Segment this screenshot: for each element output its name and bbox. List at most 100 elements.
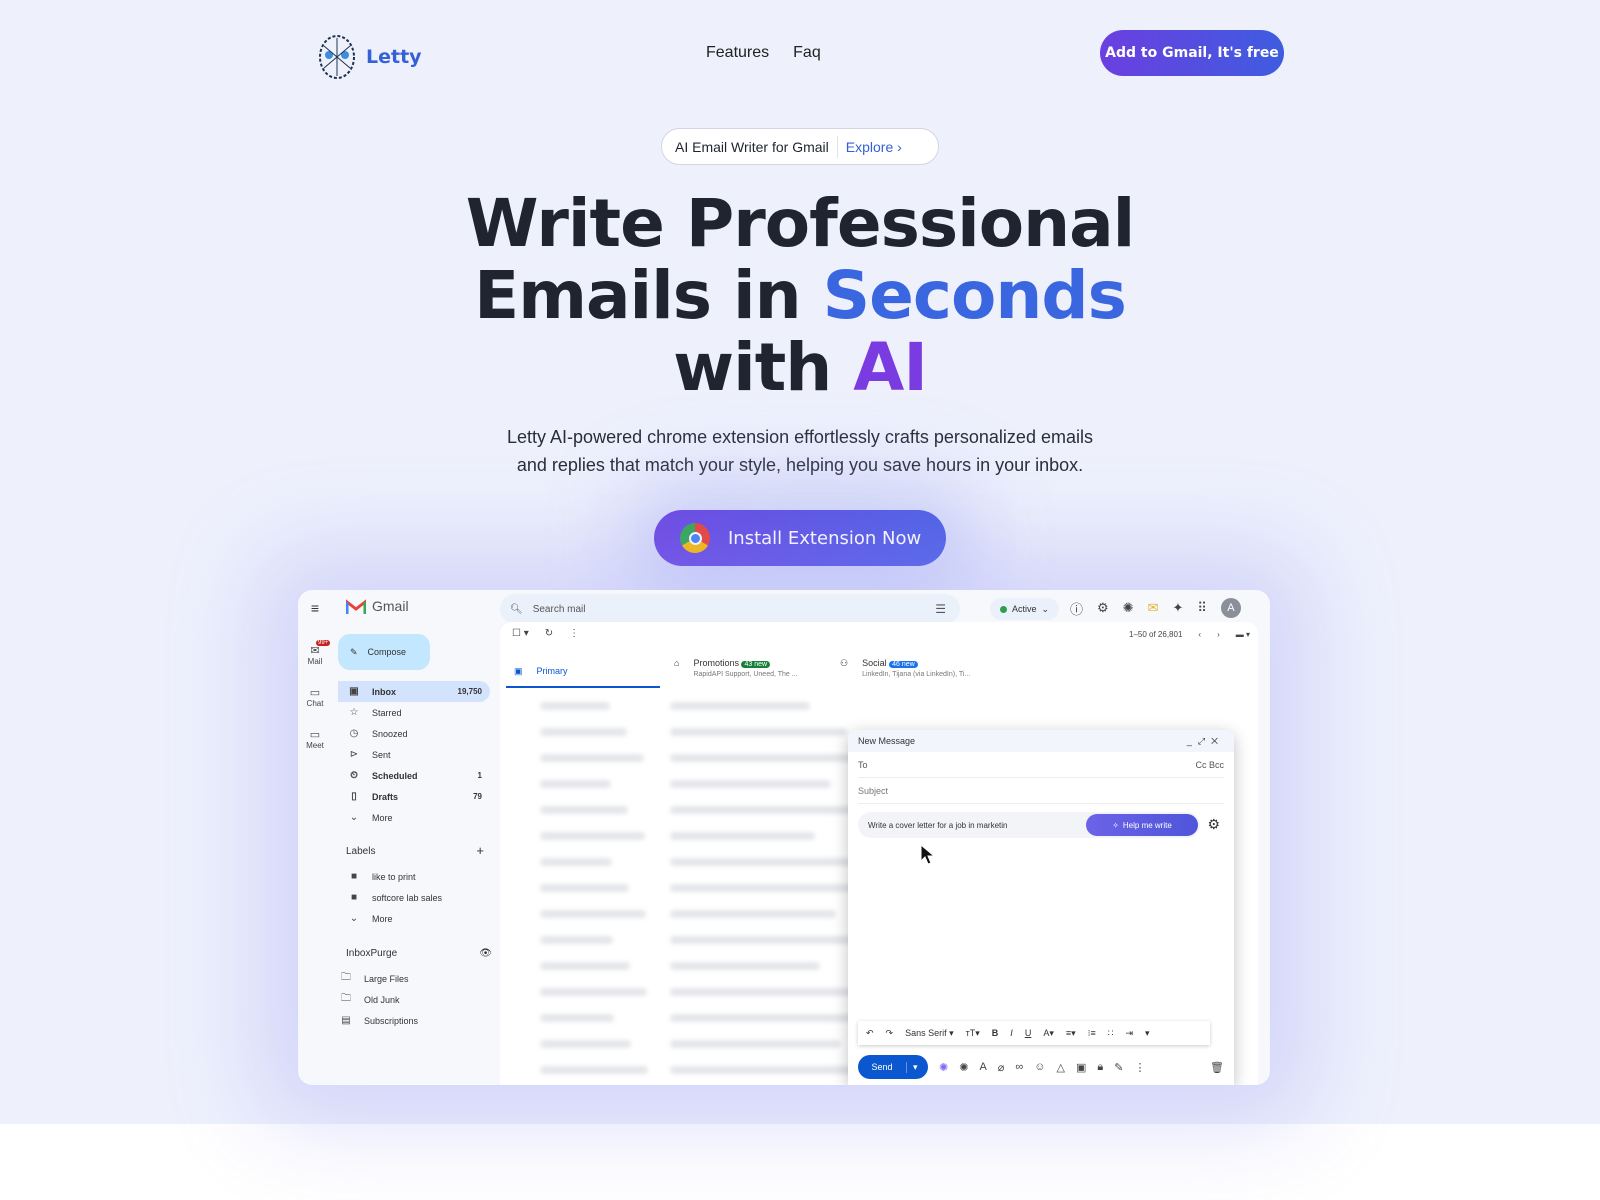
more-formatting-icon[interactable]: ▾ — [1145, 1028, 1150, 1039]
next-page-icon[interactable]: › — [1217, 630, 1220, 639]
chevron-down-icon: ⌄ — [349, 812, 359, 823]
letty-icon[interactable]: ✺ — [959, 1061, 968, 1074]
tab-promotions[interactable]: ⌂ Promotions 43 new RapidAPI Support, Unee… — [674, 658, 798, 678]
rail-meet[interactable]: ▭ Meet — [298, 728, 332, 750]
status-dropdown[interactable]: Active ⌄ — [990, 598, 1060, 620]
underline-icon[interactable]: U — [1025, 1028, 1032, 1038]
image-icon[interactable]: ▣ — [1076, 1061, 1086, 1074]
folder-scheduled[interactable]: ⏲ Scheduled 1 — [338, 765, 490, 786]
text-size-icon[interactable]: тT▾ — [966, 1028, 980, 1039]
mail-extension-icon[interactable]: ✉ — [1148, 600, 1159, 616]
send-button[interactable]: Send ▾ — [858, 1055, 928, 1079]
bold-icon[interactable]: B — [992, 1028, 999, 1038]
folder-drafts[interactable]: ▯ Drafts 79 — [338, 786, 490, 807]
help-me-write-button[interactable]: ✧ Help me write — [1086, 814, 1198, 836]
redo-icon[interactable]: ↷ — [886, 1028, 894, 1039]
gemini-icon[interactable]: ✦ — [1172, 600, 1183, 616]
search-icon: 🔍︎ — [510, 603, 523, 615]
align-icon[interactable]: ≡▾ — [1066, 1028, 1076, 1039]
logo[interactable]: Letty — [316, 34, 422, 80]
pill-text: AI Email Writer for Gmail — [675, 138, 829, 155]
signature-icon[interactable]: ✎ — [1114, 1061, 1123, 1074]
drive-icon[interactable]: △ — [1056, 1061, 1064, 1074]
apps-grid-icon[interactable]: ⠿ — [1197, 600, 1207, 616]
purge-subscriptions[interactable]: ▤ Subscriptions — [330, 1010, 482, 1031]
sparkle-icon: ✧ — [1112, 820, 1119, 830]
label-item[interactable]: ■ softcore lab sales — [338, 887, 490, 908]
confidential-icon[interactable]: 🔒︎ — [1097, 1061, 1103, 1074]
label-item[interactable]: ■ like to print — [338, 866, 490, 887]
link-icon[interactable]: ∞ — [1015, 1061, 1023, 1073]
avatar[interactable]: A — [1220, 598, 1241, 618]
chevron-down-icon: ⌄ — [349, 913, 359, 924]
scheduled-icon: ⏲ — [350, 770, 358, 781]
label-icon: ■ — [350, 892, 358, 903]
new-message-window: New Message _⤢✕ To Cc Bcc Subject Write a … — [848, 730, 1234, 1085]
filter-options-icon[interactable]: ☰ — [935, 602, 946, 616]
folder-starred[interactable]: ☆ Starred — [338, 702, 490, 723]
explore-link[interactable]: Explore — [846, 139, 893, 155]
folder-icon: 🗀︎ — [341, 972, 351, 983]
chevron-right-icon: › — [893, 138, 902, 155]
undo-icon[interactable]: ↶ — [866, 1028, 874, 1039]
refresh-icon[interactable]: ↻ — [545, 628, 553, 639]
letty-extension-icon[interactable]: ✺ — [1123, 600, 1134, 616]
tab-social[interactable]: ⚇ Social 46 new LinkedIn, Tijana (via Link… — [840, 658, 970, 678]
chat-icon: ▭ — [309, 687, 321, 699]
settings-icon[interactable]: ⚙ — [1207, 816, 1220, 833]
more-options-icon[interactable]: ⋮ — [1134, 1061, 1145, 1074]
bulleted-list-icon[interactable]: ∷ — [1108, 1028, 1114, 1039]
install-extension-button[interactable]: Install Extension Now — [654, 510, 946, 566]
announcement-pill[interactable]: AI Email Writer for Gmail Explore › — [661, 128, 939, 165]
folder-sent[interactable]: ⊳ Sent — [338, 744, 490, 765]
add-to-gmail-button[interactable]: Add to Gmail, It's free — [1100, 30, 1284, 76]
add-label-icon[interactable]: + — [476, 844, 484, 857]
numbered-list-icon[interactable]: ⁝≡ — [1088, 1028, 1096, 1039]
ai-sparkle-icon[interactable]: ✺ — [939, 1061, 948, 1074]
rail-mail[interactable]: ✉ 99+ Mail — [298, 640, 332, 666]
help-icon[interactable]: ⓘ — [1070, 599, 1083, 618]
discard-draft-icon[interactable]: 🗑︎ — [1210, 1061, 1224, 1074]
labels-more[interactable]: ⌄ More — [338, 908, 490, 929]
ai-prompt-input[interactable]: Write a cover letter for a job in market… — [858, 812, 1220, 838]
rail-chat[interactable]: ▭ Chat — [298, 686, 332, 708]
compose-button[interactable]: ✎ Compose — [338, 634, 430, 670]
chrome-icon — [680, 523, 710, 553]
inboxpurge-header: InboxPurge 👁︎ — [346, 948, 492, 959]
purge-large-files[interactable]: 🗀︎ Large Files — [330, 968, 482, 989]
folder-inbox[interactable]: ▣ Inbox 19,750 — [338, 681, 490, 702]
more-vert-icon[interactable]: ⋮ — [569, 628, 579, 639]
formatting-options-icon[interactable]: A — [979, 1061, 986, 1073]
formatting-toolbar: ↶ ↷ Sans Serif ▾ тT▾ B I U A▾ ≡▾ ⁝≡ ∷ ⇥ ▾ — [858, 1021, 1210, 1045]
subject-field[interactable]: Subject — [858, 778, 1224, 804]
window-controls-icon[interactable]: _⤢✕ — [1187, 736, 1224, 747]
select-checkbox[interactable]: ☐ ▾ — [512, 628, 529, 639]
nav-faq[interactable]: Faq — [793, 44, 821, 62]
input-tools-icon[interactable]: ▬ ▾ — [1236, 630, 1250, 639]
italic-icon[interactable]: I — [1010, 1028, 1013, 1038]
to-field[interactable]: To Cc Bcc — [858, 752, 1224, 778]
clock-icon: ◷ — [349, 728, 359, 739]
install-label: Install Extension Now — [728, 527, 922, 549]
settings-icon[interactable]: ⚙ — [1097, 600, 1109, 616]
text-color-icon[interactable]: A▾ — [1043, 1028, 1054, 1039]
purge-old-junk[interactable]: 🗀︎ Old Junk — [330, 989, 482, 1010]
unread-badge: 99+ — [316, 640, 331, 646]
cc-bcc-link[interactable]: Cc Bcc — [1195, 760, 1224, 770]
nav-features[interactable]: Features — [706, 44, 769, 62]
tab-primary[interactable]: ▣ Primary — [506, 656, 660, 688]
gmail-screenshot: ≡ Gmail 🔍︎ Search mail ☰ Active ⌄ ⓘ ⚙ ✺ ✉ ✦ ⠿ A… — [298, 590, 1270, 1085]
blurred-email-row[interactable] — [540, 700, 1238, 712]
eye-icon[interactable]: 👁︎ — [479, 948, 492, 959]
next-section — [0, 1124, 1600, 1200]
folder-more[interactable]: ⌄ More — [338, 807, 490, 828]
attach-icon[interactable]: ⌀ — [998, 1061, 1005, 1074]
folder-snoozed[interactable]: ◷ Snoozed — [338, 723, 490, 744]
indent-icon[interactable]: ⇥ — [1125, 1028, 1133, 1039]
folder-icon: 🗀︎ — [341, 993, 351, 1004]
active-dot-icon — [1000, 605, 1007, 613]
search-mail-input[interactable]: 🔍︎ Search mail ☰ — [500, 594, 960, 624]
emoji-icon[interactable]: ☺ — [1034, 1061, 1045, 1073]
font-select[interactable]: Sans Serif ▾ — [905, 1028, 954, 1039]
prev-page-icon[interactable]: ‹ — [1198, 630, 1201, 639]
